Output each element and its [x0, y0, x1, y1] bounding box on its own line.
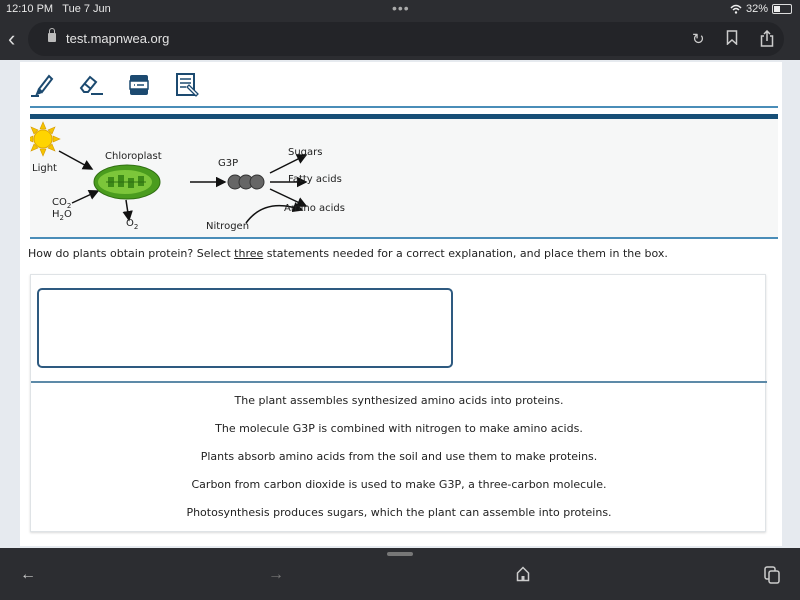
o2-arrow [122, 199, 133, 222]
chloroplast-icon [93, 164, 161, 200]
chloroplast-label: Chloroplast [105, 151, 162, 162]
stimulus-bottom-rule [30, 237, 778, 239]
forward-arrow-icon[interactable]: → [268, 566, 284, 584]
g3p-molecule-icon [227, 174, 265, 190]
lock-icon [48, 28, 56, 42]
test-content: Light Chloroplast CO2 H2O O2 G3P Sugars … [20, 62, 782, 546]
answer-option[interactable]: Photosynthesis produces sugars, which th… [31, 499, 767, 527]
line-reader-icon [129, 75, 149, 95]
answer-option[interactable]: The molecule G3P is combined with nitrog… [31, 415, 767, 443]
url-text[interactable]: test.mapnwea.org [66, 31, 169, 46]
drag-drop-panel: The plant assembles synthesized amino ac… [30, 274, 767, 532]
back-icon[interactable]: ‹ [8, 26, 15, 52]
question-emphasis: three [234, 247, 264, 260]
browser-bottom-toolbar: ← → [0, 548, 800, 600]
eraser-tool[interactable] [78, 72, 104, 98]
tabs-icon[interactable] [764, 566, 780, 589]
co2-arrow [71, 190, 100, 204]
options-divider [31, 381, 767, 383]
address-bar[interactable]: test.mapnwea.org ↻ [28, 22, 784, 56]
question-prompt: How do plants obtain protein? Select thr… [28, 247, 668, 260]
diagram-graphic [30, 121, 308, 224]
g3p-label: G3P [218, 158, 239, 169]
line-reader-tool[interactable] [126, 72, 152, 98]
photosynthesis-diagram: Light Chloroplast CO2 H2O O2 G3P Sugars … [30, 119, 778, 237]
highlighter-tool[interactable] [30, 72, 56, 98]
status-time: 12:10 PM Tue 7 Jun [6, 3, 111, 15]
sheet-grabber[interactable] [387, 552, 413, 556]
o2-label: O2 [126, 218, 139, 231]
h2o-label: H2O [52, 209, 72, 222]
notepad-tool[interactable] [174, 72, 200, 98]
answer-options: The plant assembles synthesized amino ac… [31, 387, 767, 527]
eraser-icon [79, 75, 103, 95]
answer-drop-box[interactable] [37, 288, 453, 368]
light-arrow [58, 150, 94, 170]
share-icon[interactable] [760, 29, 774, 51]
notepad-icon [176, 73, 199, 97]
battery-percent: 32% [745, 3, 768, 15]
multitask-dots-icon[interactable]: ••• [392, 0, 410, 16]
sun-icon [30, 121, 61, 157]
light-label: Light [32, 163, 57, 174]
reload-icon[interactable]: ↻ [692, 30, 705, 48]
status-bar: 12:10 PM Tue 7 Jun ••• 32% [0, 0, 800, 20]
answer-option[interactable]: Plants absorb amino acids from the soil … [31, 443, 767, 471]
highlighter-icon [31, 74, 54, 97]
bookmark-icon[interactable] [726, 30, 738, 49]
browser-nav-bar: ‹ test.mapnwea.org ↻ [0, 20, 800, 60]
battery-icon [772, 4, 792, 14]
nitrogen-label: Nitrogen [206, 221, 250, 232]
back-arrow-icon[interactable]: ← [20, 566, 36, 584]
web-page: Light Chloroplast CO2 H2O O2 G3P Sugars … [0, 60, 800, 548]
wifi-icon [730, 4, 742, 14]
answer-option[interactable]: The plant assembles synthesized amino ac… [31, 387, 767, 415]
answer-option[interactable]: Carbon from carbon dioxide is used to ma… [31, 471, 767, 499]
amino-acids-label: Amino acids [284, 203, 345, 214]
sugars-label: Sugars [288, 147, 323, 158]
home-icon[interactable] [516, 566, 530, 587]
status-right: 32% [730, 3, 792, 15]
fatty-acids-label: Fatty acids [288, 174, 342, 185]
toolbar-divider [30, 106, 778, 108]
tools-toolbar [30, 72, 200, 104]
